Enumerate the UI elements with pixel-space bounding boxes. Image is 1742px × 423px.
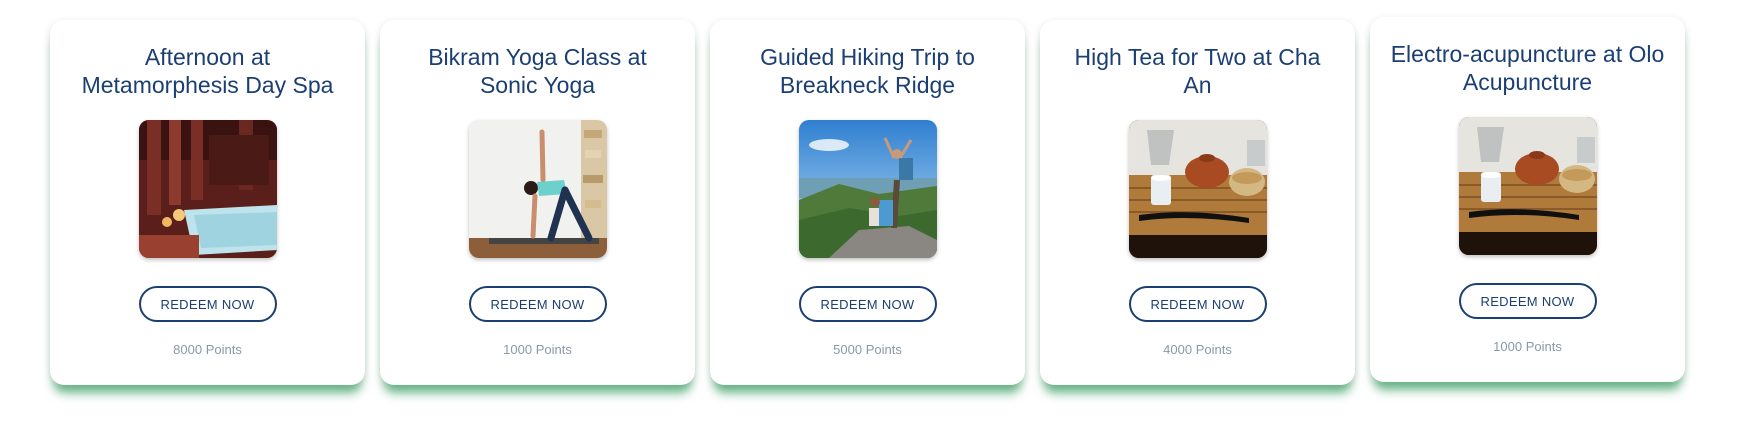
reward-card: Afternoon at Metamorphesis Day Spa REDEE…: [50, 20, 365, 385]
rewards-row: Afternoon at Metamorphesis Day Spa REDEE…: [0, 0, 1742, 423]
reward-title: Guided Hiking Trip to Breakneck Ridge: [760, 44, 975, 98]
reward-title: Electro-acupuncture at Olo Acupuncture: [1390, 41, 1665, 95]
redeem-now-button[interactable]: REDEEM NOW: [798, 286, 937, 322]
points-label: 4000 Points: [1163, 342, 1232, 357]
points-label: 1000 Points: [503, 342, 572, 357]
reward-card: Bikram Yoga Class at Sonic Yoga REDEEM N…: [380, 20, 695, 385]
reward-card: Electro-acupuncture at Olo Acupuncture R…: [1370, 17, 1685, 382]
reward-title: High Tea for Two at Cha An: [1074, 44, 1321, 98]
hikers-summit-image: [798, 120, 937, 258]
reward-card: Guided Hiking Trip to Breakneck Ridge RE…: [710, 20, 1025, 385]
points-label: 8000 Points: [173, 342, 242, 357]
reward-title: Afternoon at Metamorphesis Day Spa: [81, 44, 334, 98]
redeem-now-button[interactable]: REDEEM NOW: [1458, 283, 1597, 319]
spa-pool-image: [138, 120, 277, 258]
yoga-pose-image: [468, 120, 607, 258]
points-label: 5000 Points: [833, 342, 902, 357]
redeem-now-button[interactable]: REDEEM NOW: [138, 286, 277, 322]
redeem-now-button[interactable]: REDEEM NOW: [1128, 286, 1267, 322]
tea-set-image: [1128, 120, 1267, 258]
reward-title: Bikram Yoga Class at Sonic Yoga: [428, 44, 647, 98]
redeem-now-button[interactable]: REDEEM NOW: [468, 286, 607, 322]
reward-card: High Tea for Two at Cha An REDEEM NOW 40…: [1040, 20, 1355, 385]
points-label: 1000 Points: [1493, 339, 1562, 354]
tea-set-image: [1458, 117, 1597, 255]
